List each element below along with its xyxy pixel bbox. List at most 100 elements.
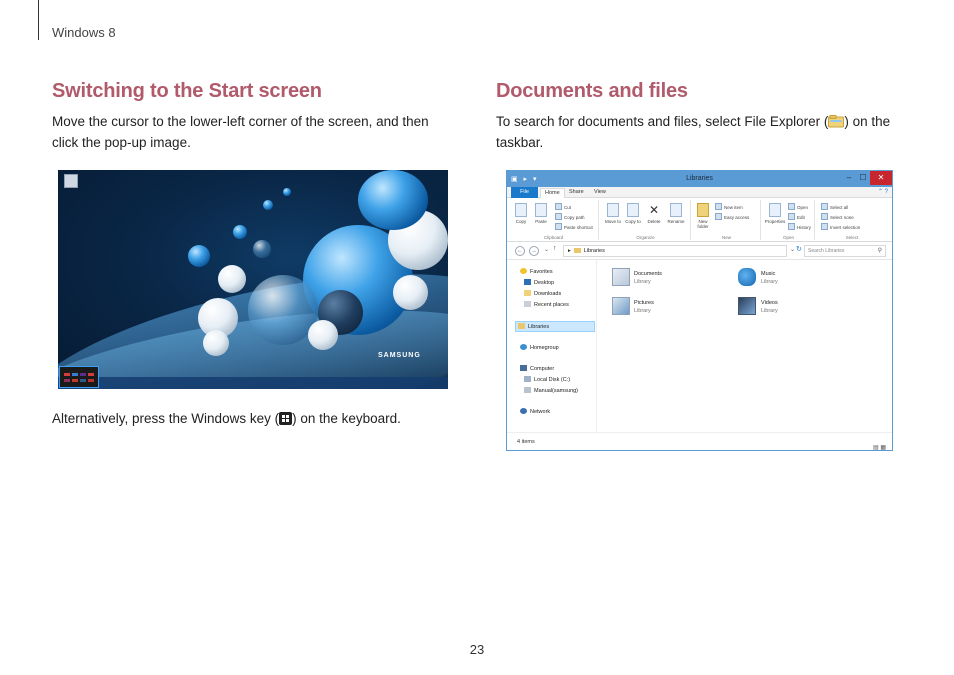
wallpaper-sphere [218,265,246,293]
wallpaper-sphere [188,245,210,267]
new-folder-button[interactable]: New folder [695,203,711,229]
view-toggle-icon[interactable]: ▤ ▦ [873,439,886,450]
status-bar: 4 items ▤ ▦ [507,432,892,450]
explorer-titlebar: ▣ ▸ ▾ Libraries – ☐ ✕ [507,171,892,187]
library-item-pictures[interactable]: Pictures Library [634,299,654,315]
nav-manual[interactable]: Manual(samsung) [524,387,578,394]
wallpaper-sphere [358,170,428,230]
cut-button[interactable]: Cut [555,203,571,210]
instruction-text-before: To search for documents and files, selec… [496,114,829,129]
windows-key-icon [279,412,293,425]
tab-file[interactable]: File [511,187,538,198]
ribbon-group-new: New folder New item Easy access New [693,200,761,240]
instruction-line: click the pop-up image. [52,135,191,150]
help-icon[interactable]: ⌃ ? [878,188,888,195]
back-button[interactable]: ← [515,246,525,256]
wallpaper-sphere [233,225,247,239]
recent-locations-icon[interactable]: ⌄ [544,246,549,253]
group-label: Clipboard [543,235,564,240]
group-label: Select [845,235,859,240]
nav-downloads[interactable]: Downloads [524,290,561,297]
chapter-header: Windows 8 [52,25,116,40]
library-content-pane: Documents Library Music Library Pictures Li… [598,260,892,432]
select-all-button[interactable]: Select all [821,203,848,210]
close-button[interactable]: ✕ [870,171,892,185]
nav-desktop[interactable]: Desktop [524,279,554,286]
nav-homegroup[interactable]: Homegroup [520,344,559,351]
downloads-icon [524,290,531,296]
recycle-bin-icon [64,174,78,188]
select-none-button[interactable]: Select none [821,213,854,220]
paste-shortcut-button[interactable]: Paste shortcut [555,223,593,230]
nav-computer[interactable]: Computer [520,365,554,372]
recent-places-icon [524,301,531,307]
group-label: New [721,235,731,240]
maximize-button[interactable]: ☐ [856,171,870,185]
group-label: Organize [636,235,655,240]
copy-path-button[interactable]: Copy path [555,213,585,220]
tip-text-before: Alternatively, press the Windows key ( [52,411,280,426]
tab-view[interactable]: View [590,188,610,197]
address-crumb: Libraries [583,248,605,254]
rename-button[interactable]: Rename [665,203,687,224]
history-button[interactable]: History [788,223,811,230]
refresh-icon[interactable]: ↻ [796,245,802,253]
star-icon [520,268,527,274]
ribbon-group-open: Properties Open Edit History Open [763,200,815,240]
library-item-music[interactable]: Music Library [761,270,778,286]
open-button[interactable]: Open [788,203,808,210]
tab-share[interactable]: Share [565,188,588,197]
edit-button[interactable]: Edit [788,213,805,220]
minimize-button[interactable]: – [842,171,856,185]
copy-button[interactable]: Copy [513,203,529,224]
documents-instructions: To search for documents and files, selec… [496,111,906,153]
nav-libraries[interactable]: Libraries [515,321,595,332]
page-number: 23 [469,642,485,657]
properties-button[interactable]: Properties [764,203,786,224]
delete-button[interactable]: ✕ Delete [645,203,663,224]
homegroup-icon [520,344,527,350]
ribbon-group-organize: Move to Copy to ✕ Delete Rename Organize [601,200,691,240]
nav-favorites[interactable]: Favorites [520,268,553,275]
copy-to-button[interactable]: Copy to [625,203,641,224]
section-title-start-screen: Switching to the Start screen [52,80,322,102]
move-to-button[interactable]: Move to [605,203,621,224]
wallpaper-sphere [203,330,229,356]
paste-button[interactable]: Paste [533,203,549,224]
ribbon-group-clipboard: Copy Paste Cut Copy path Paste shortcut … [509,200,599,240]
library-item-documents[interactable]: Documents Library [634,270,662,286]
item-count: 4 items [517,439,535,445]
wallpaper-sphere [283,188,291,196]
search-icon: ⚲ [877,248,882,254]
file-explorer-icon [828,115,845,128]
nav-recent-places[interactable]: Recent places [524,301,569,308]
up-arrow-icon[interactable]: ↑ [553,245,557,252]
ribbon-group-select: Select all Select none Invert selection … [817,200,887,240]
ribbon: Copy Paste Cut Copy path Paste shortcut … [507,198,892,242]
library-item-videos[interactable]: Videos Library [761,299,778,315]
instruction-line: taskbar. [496,135,544,150]
windows-key-tip: Alternatively, press the Windows key () … [52,408,401,429]
disk-icon [524,376,531,382]
forward-button[interactable]: → [529,246,539,256]
instruction-line: Move the cursor to the lower-left corner… [52,114,429,129]
easy-access-button[interactable]: Easy access [715,213,749,220]
desktop-screenshot: SAMSUNG [58,170,448,389]
address-dropdown-icon[interactable]: ⌄ [790,246,795,253]
new-item-button[interactable]: New item [715,203,743,210]
libraries-folder-icon [573,248,581,253]
start-popup-thumbnail[interactable] [59,366,99,388]
wallpaper-sphere [253,240,271,258]
nav-network[interactable]: Network [520,408,550,415]
nav-local-disk[interactable]: Local Disk (C:) [524,376,570,383]
address-input[interactable]: ▸ Libraries [563,245,787,257]
header-rule [38,0,39,40]
search-input[interactable]: Search Libraries ⚲ [804,245,886,257]
music-library-icon [738,268,756,286]
documents-library-icon [612,268,630,286]
invert-selection-button[interactable]: Invert selection [821,223,860,230]
explorer-window-title: Libraries [686,175,713,182]
desktop-icon [524,279,531,285]
start-screen-instructions: Move the cursor to the lower-left corner… [52,111,452,153]
drive-icon [524,387,531,393]
